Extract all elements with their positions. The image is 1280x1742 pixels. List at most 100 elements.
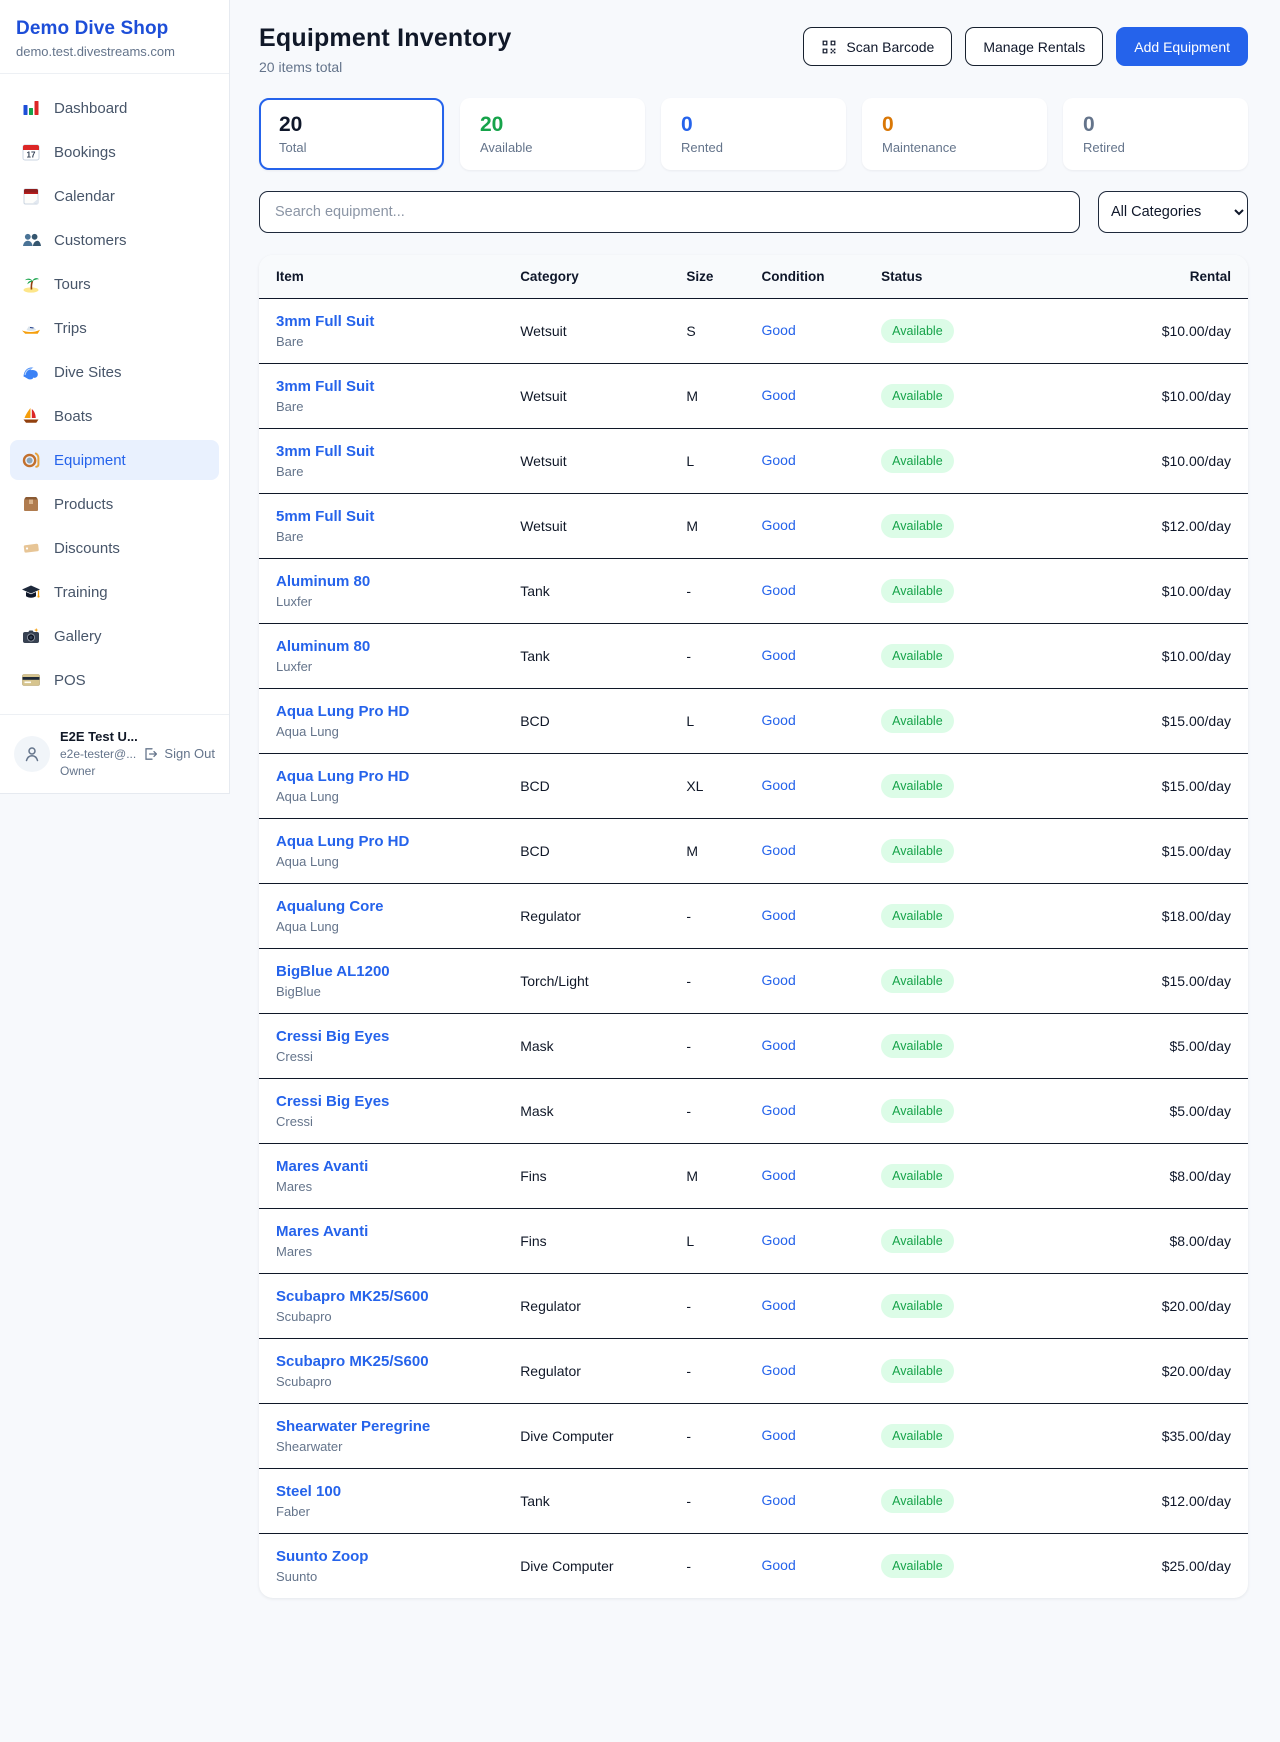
condition-link[interactable]: Good [761,777,795,793]
condition-link[interactable]: Good [761,1362,795,1378]
person-icon [22,744,42,764]
main-content: Equipment Inventory 20 items total Scan … [230,0,1280,1598]
stat-card-available[interactable]: 20Available [460,98,645,170]
scan-barcode-button[interactable]: Scan Barcode [803,27,952,66]
diving-mask-icon [21,450,41,470]
item-link[interactable]: Shearwater Peregrine [276,1418,504,1435]
condition-link[interactable]: Good [761,712,795,728]
condition-link[interactable]: Good [761,1557,795,1573]
condition-link[interactable]: Good [761,907,795,923]
item-link[interactable]: Scubapro MK25/S600 [276,1353,504,1370]
sidebar-item-boats[interactable]: Boats [10,396,219,436]
item-brand: Mares [276,1244,504,1259]
size-cell: - [678,1274,753,1339]
sidebar-item-discounts[interactable]: Discounts [10,528,219,568]
item-link[interactable]: Aqualung Core [276,898,504,915]
sidebar-item-calendar[interactable]: Calendar [10,176,219,216]
condition-link[interactable]: Good [761,387,795,403]
stat-card-retired[interactable]: 0Retired [1063,98,1248,170]
status-badge: Available [881,579,954,603]
condition-link[interactable]: Good [761,517,795,533]
item-brand: Aqua Lung [276,724,504,739]
category-filter-select[interactable]: All Categories [1098,191,1248,233]
sidebar-item-training[interactable]: Training [10,572,219,612]
sidebar-item-customers[interactable]: Customers [10,220,219,260]
item-link[interactable]: Aluminum 80 [276,573,504,590]
item-brand: Cressi [276,1114,504,1129]
condition-link[interactable]: Good [761,647,795,663]
item-link[interactable]: Scubapro MK25/S600 [276,1288,504,1305]
condition-link[interactable]: Good [761,1167,795,1183]
item-link[interactable]: Aluminum 80 [276,638,504,655]
sidebar-item-label: Customers [54,232,127,249]
condition-link[interactable]: Good [761,1492,795,1508]
sidebar-item-label: Dive Sites [54,364,122,381]
size-cell: S [678,299,753,364]
item-link[interactable]: Steel 100 [276,1483,504,1500]
item-link[interactable]: 3mm Full Suit [276,313,504,330]
add-equipment-button[interactable]: Add Equipment [1116,27,1248,66]
calendar-icon: 17 [21,142,41,162]
sidebar-item-products[interactable]: Products [10,484,219,524]
stat-card-total[interactable]: 20Total [259,98,444,170]
item-link[interactable]: 3mm Full Suit [276,443,504,460]
equipment-table: ItemCategorySizeConditionStatusRental 3m… [259,255,1248,1598]
column-header-size: Size [678,255,753,299]
condition-link[interactable]: Good [761,322,795,338]
item-link[interactable]: 3mm Full Suit [276,378,504,395]
stat-card-rented[interactable]: 0Rented [661,98,846,170]
status-badge: Available [881,839,954,863]
sidebar-item-bookings[interactable]: 17Bookings [10,132,219,172]
sidebar-item-trips[interactable]: Trips [10,308,219,348]
category-cell: Dive Computer [512,1534,678,1599]
sidebar-item-pos[interactable]: POS [10,660,219,700]
status-badge: Available [881,969,954,993]
category-cell: Regulator [512,884,678,949]
sign-out-button[interactable]: Sign Out [142,746,215,762]
item-brand: Bare [276,464,504,479]
rental-cell: $8.00/day [1046,1144,1248,1209]
item-link[interactable]: Mares Avanti [276,1223,504,1240]
sidebar-item-dive-sites[interactable]: Dive Sites [10,352,219,392]
item-brand: Aqua Lung [276,854,504,869]
table-row: Aqua Lung Pro HDAqua LungBCDLGoodAvailab… [259,689,1248,754]
item-brand: Aqua Lung [276,789,504,804]
item-brand: Scubapro [276,1374,504,1389]
sidebar-item-dashboard[interactable]: Dashboard [10,88,219,128]
rental-cell: $10.00/day [1046,429,1248,494]
condition-link[interactable]: Good [761,1037,795,1053]
condition-link[interactable]: Good [761,972,795,988]
rental-cell: $5.00/day [1046,1014,1248,1079]
item-link[interactable]: Mares Avanti [276,1158,504,1175]
stat-card-maintenance[interactable]: 0Maintenance [862,98,1047,170]
condition-link[interactable]: Good [761,582,795,598]
sidebar-item-gallery[interactable]: Gallery [10,616,219,656]
manage-rentals-button[interactable]: Manage Rentals [965,27,1103,66]
user-email: e2e-tester@... [60,746,132,763]
status-badge: Available [881,1099,954,1123]
item-link[interactable]: BigBlue AL1200 [276,963,504,980]
condition-link[interactable]: Good [761,452,795,468]
item-link[interactable]: Aqua Lung Pro HD [276,703,504,720]
condition-link[interactable]: Good [761,1427,795,1443]
item-link[interactable]: Suunto Zoop [276,1548,504,1565]
sidebar-item-label: Gallery [54,628,102,645]
condition-link[interactable]: Good [761,1297,795,1313]
status-badge: Available [881,319,954,343]
item-link[interactable]: Cressi Big Eyes [276,1093,504,1110]
sidebar-item-tours[interactable]: Tours [10,264,219,304]
item-link[interactable]: 5mm Full Suit [276,508,504,525]
condition-link[interactable]: Good [761,842,795,858]
status-badge: Available [881,384,954,408]
item-link[interactable]: Cressi Big Eyes [276,1028,504,1045]
item-link[interactable]: Aqua Lung Pro HD [276,768,504,785]
condition-link[interactable]: Good [761,1102,795,1118]
table-row: Suunto ZoopSuuntoDive Computer-GoodAvail… [259,1534,1248,1599]
search-input[interactable] [259,191,1080,233]
item-link[interactable]: Aqua Lung Pro HD [276,833,504,850]
condition-link[interactable]: Good [761,1232,795,1248]
status-badge: Available [881,1294,954,1318]
item-brand: Cressi [276,1049,504,1064]
sidebar-nav: Dashboard17BookingsCalendar Customers Tour… [0,74,229,714]
sidebar-item-equipment[interactable]: Equipment [10,440,219,480]
